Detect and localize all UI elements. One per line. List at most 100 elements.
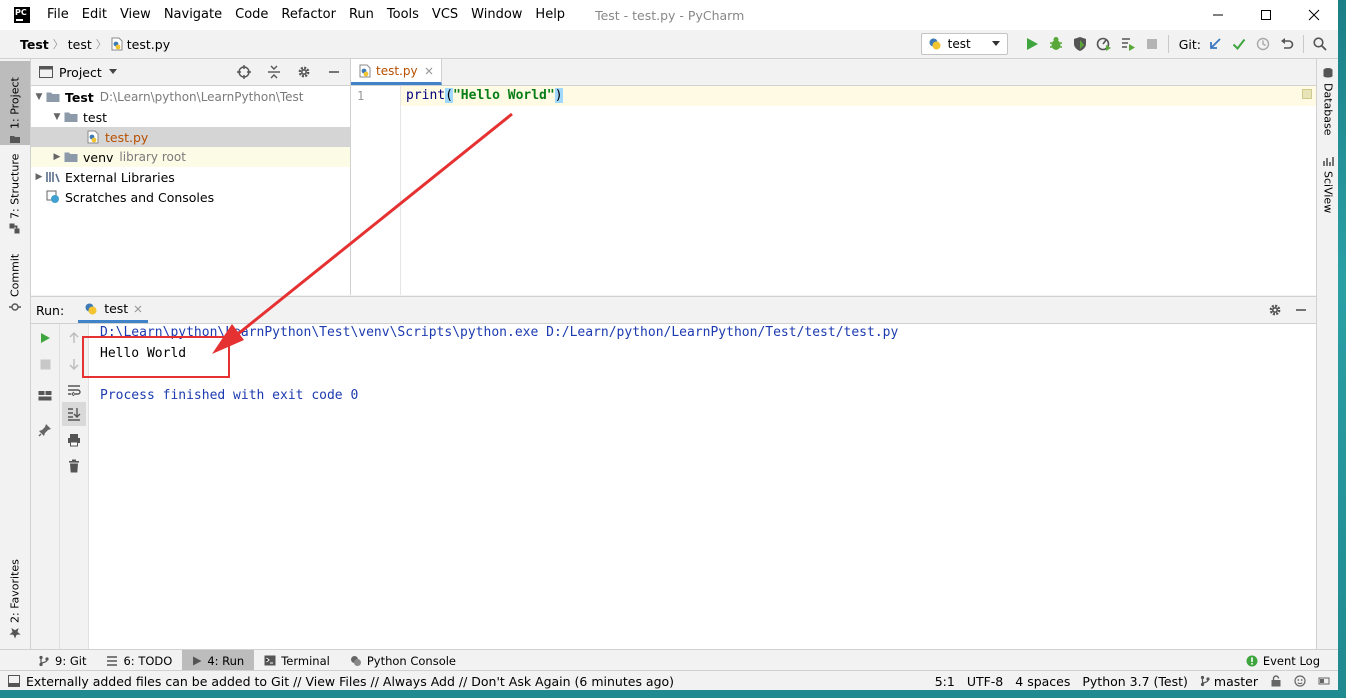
minimize-icon — [329, 71, 339, 73]
run-console-output[interactable]: D:\Learn\python\LearnPython\Test\venv\Sc… — [89, 324, 1316, 650]
git-branch-icon — [39, 655, 49, 666]
run-panel-label: Run: — [36, 302, 65, 318]
menu-tools[interactable]: Tools — [380, 0, 425, 30]
close-icon[interactable] — [134, 305, 142, 313]
menu-window[interactable]: Window — [464, 0, 528, 30]
bottom-tab-python-console[interactable]: Python Console — [340, 650, 466, 671]
lock-icon[interactable] — [1270, 675, 1282, 687]
menu-help[interactable]: Help — [528, 0, 571, 30]
menu-edit[interactable]: Edit — [75, 0, 113, 30]
indent-setting[interactable]: 4 spaces — [1015, 674, 1070, 689]
maximize-button[interactable] — [1242, 0, 1290, 30]
python-file-icon — [359, 64, 371, 77]
desktop-background — [1338, 0, 1346, 698]
menu-code[interactable]: Code — [228, 0, 274, 30]
run-configuration-select[interactable]: test — [920, 33, 1008, 55]
venv-note: library root — [119, 150, 186, 164]
minimize-button[interactable] — [1194, 0, 1242, 30]
tree-item-file-test-py[interactable]: test.py — [31, 127, 350, 147]
tool-tab-favorites[interactable]: 2: Favorites — [0, 555, 30, 639]
bottom-tab-todo[interactable]: 6: TODO — [96, 650, 182, 671]
chevron-down-icon[interactable]: ▼ — [51, 112, 63, 122]
menu-file[interactable]: File — [40, 0, 75, 30]
pycharm-logo-icon: PC — [14, 7, 30, 23]
code-line-current[interactable]: print("Hello World") — [401, 86, 1316, 106]
chevron-right-icon[interactable]: ▶ — [51, 152, 63, 162]
breadcrumb-file[interactable]: test.py — [123, 37, 174, 52]
breadcrumb-project[interactable]: Test — [0, 37, 53, 52]
chevron-down-icon[interactable]: ▼ — [33, 92, 45, 102]
project-view-select[interactable]: Project — [39, 65, 118, 80]
tool-tab-project[interactable]: 1: Project — [0, 61, 30, 145]
debug-button[interactable] — [1044, 32, 1068, 56]
python-interpreter[interactable]: Python 3.7 (Test) — [1082, 674, 1188, 689]
caret-position[interactable]: 5:1 — [935, 674, 955, 689]
tool-tab-structure-label: 7: Structure — [8, 153, 22, 219]
collapse-all-button[interactable] — [262, 60, 286, 84]
git-commit-button[interactable] — [1227, 32, 1251, 56]
run-with-coverage-button[interactable] — [1068, 32, 1092, 56]
breadcrumb-separator-icon: 〉 — [52, 38, 64, 51]
run-tab-test[interactable]: test — [78, 297, 149, 323]
git-branch-widget[interactable]: master — [1200, 674, 1258, 689]
stop-button[interactable] — [1140, 32, 1164, 56]
editor-tab-test-py[interactable]: test.py — [351, 59, 442, 85]
chevron-right-icon[interactable]: ▶ — [33, 172, 45, 182]
search-everywhere-button[interactable] — [1308, 32, 1332, 56]
soft-wrap-button[interactable] — [62, 378, 86, 402]
tool-tab-structure[interactable]: 7: Structure — [0, 151, 30, 235]
inspection-profile-icon[interactable] — [1294, 675, 1306, 687]
tool-tab-database[interactable]: Database — [1317, 67, 1338, 139]
file-test-py-label: test.py — [105, 129, 149, 145]
run-button[interactable] — [1020, 32, 1044, 56]
breadcrumb-folder[interactable]: test — [64, 37, 96, 52]
tree-item-external-libraries[interactable]: ▶ External Libraries — [31, 167, 350, 187]
tool-tab-sciview[interactable]: SciView — [1317, 155, 1338, 215]
checkmark-icon — [1232, 38, 1246, 51]
project-settings-button[interactable] — [292, 60, 316, 84]
scroll-to-end-button[interactable] — [62, 402, 86, 426]
folder-icon — [63, 149, 79, 165]
close-icon[interactable] — [425, 67, 433, 75]
print-button[interactable] — [62, 428, 86, 452]
arrow-down-icon — [69, 359, 79, 370]
menu-vcs[interactable]: VCS — [425, 0, 464, 30]
restore-layout-button[interactable] — [33, 384, 57, 408]
git-update-button[interactable] — [1203, 32, 1227, 56]
bottom-tab-git[interactable]: 9: Git — [28, 650, 96, 671]
locate-file-button[interactable] — [232, 60, 256, 84]
tree-item-folder-test[interactable]: ▼ test — [31, 107, 350, 127]
stop-run-button[interactable] — [33, 352, 57, 376]
clear-all-button[interactable] — [62, 454, 86, 478]
concurrency-button[interactable] — [1116, 32, 1140, 56]
bottom-tab-git-label: 9: Git — [55, 653, 87, 668]
hide-panel-button[interactable] — [322, 60, 346, 84]
tree-item-project-root[interactable]: ▼ Test D:\Learn\python\LearnPython\Test — [31, 87, 350, 107]
git-rollback-button[interactable] — [1275, 32, 1299, 56]
soft-wrap-icon — [68, 385, 81, 396]
menu-refactor[interactable]: Refactor — [274, 0, 342, 30]
gear-icon[interactable] — [1268, 303, 1282, 317]
menu-navigate[interactable]: Navigate — [157, 0, 228, 30]
inspection-status-indicator[interactable] — [1302, 89, 1312, 99]
close-window-button[interactable] — [1290, 0, 1338, 30]
tree-item-scratches[interactable]: Scratches and Consoles — [31, 187, 350, 207]
event-log-button[interactable]: Event Log — [1246, 650, 1320, 671]
folder-icon — [63, 109, 79, 125]
profile-button[interactable] — [1092, 32, 1116, 56]
menu-run[interactable]: Run — [342, 0, 380, 30]
menu-view[interactable]: View — [113, 0, 157, 30]
git-history-button[interactable] — [1251, 32, 1275, 56]
memory-indicator-icon[interactable] — [1318, 675, 1330, 687]
structure-icon — [9, 223, 20, 234]
minimize-icon[interactable] — [1294, 303, 1308, 317]
file-encoding[interactable]: UTF-8 — [967, 674, 1003, 689]
status-notification[interactable]: Externally added files can be added to G… — [8, 674, 674, 689]
bottom-tab-terminal[interactable]: Terminal — [254, 650, 340, 671]
tool-tab-commit[interactable]: Commit — [0, 249, 30, 313]
tree-item-venv[interactable]: ▶ venv library root — [31, 147, 350, 167]
bottom-tab-run[interactable]: 4: Run — [182, 650, 255, 671]
rerun-button[interactable] — [33, 326, 57, 350]
layout-toggle-icon — [8, 675, 20, 687]
pin-tab-button[interactable] — [33, 418, 57, 442]
